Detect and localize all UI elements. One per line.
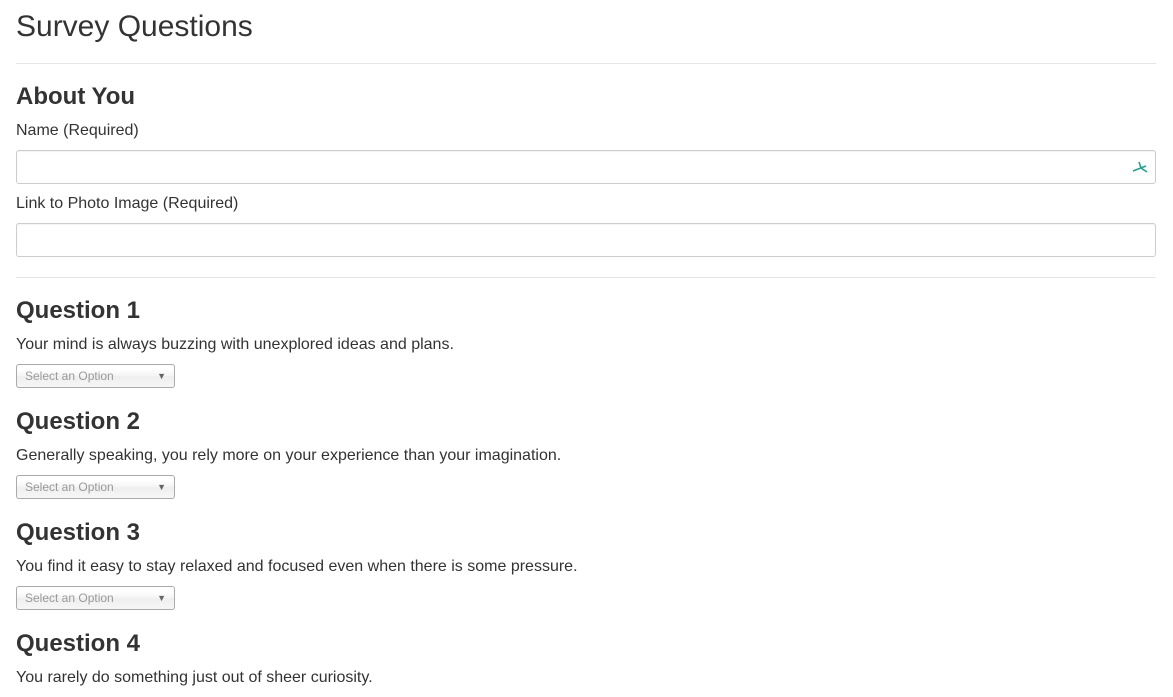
question-3-heading: Question 3 [16, 519, 141, 546]
question-1-text: Your mind is always buzzing with unexplo… [16, 336, 454, 353]
chevron-down-icon: ▼ [157, 482, 166, 492]
autofill-icon[interactable] [1131, 159, 1149, 175]
question-3-text: You find it easy to stay relaxed and foc… [16, 558, 578, 575]
question-2-heading: Question 2 [16, 408, 141, 435]
question-1-heading: Question 1 [16, 297, 141, 324]
title-divider [16, 63, 1156, 64]
question-2-select-value: Select an Option [25, 480, 114, 494]
section-divider [16, 277, 1156, 278]
question-3-select[interactable]: Select an Option ▼ [16, 586, 175, 610]
page-title: Survey Questions [16, 10, 253, 43]
question-1-select[interactable]: Select an Option ▼ [16, 364, 175, 388]
photo-link-label: Link to Photo Image (Required) [16, 195, 239, 212]
chevron-down-icon: ▼ [157, 593, 166, 603]
question-2-select[interactable]: Select an Option ▼ [16, 475, 175, 499]
question-3-select-value: Select an Option [25, 591, 114, 605]
photo-link-input[interactable] [16, 223, 1156, 257]
question-4-text: You rarely do something just out of shee… [16, 669, 373, 686]
question-4-heading: Question 4 [16, 630, 141, 657]
survey-page: Survey Questions About You Name (Require… [0, 0, 1173, 697]
name-label: Name (Required) [16, 122, 139, 139]
chevron-down-icon: ▼ [157, 371, 166, 381]
name-input[interactable] [16, 150, 1156, 184]
question-1-select-value: Select an Option [25, 369, 114, 383]
question-2-text: Generally speaking, you rely more on you… [16, 447, 562, 464]
about-heading: About You [16, 83, 136, 110]
